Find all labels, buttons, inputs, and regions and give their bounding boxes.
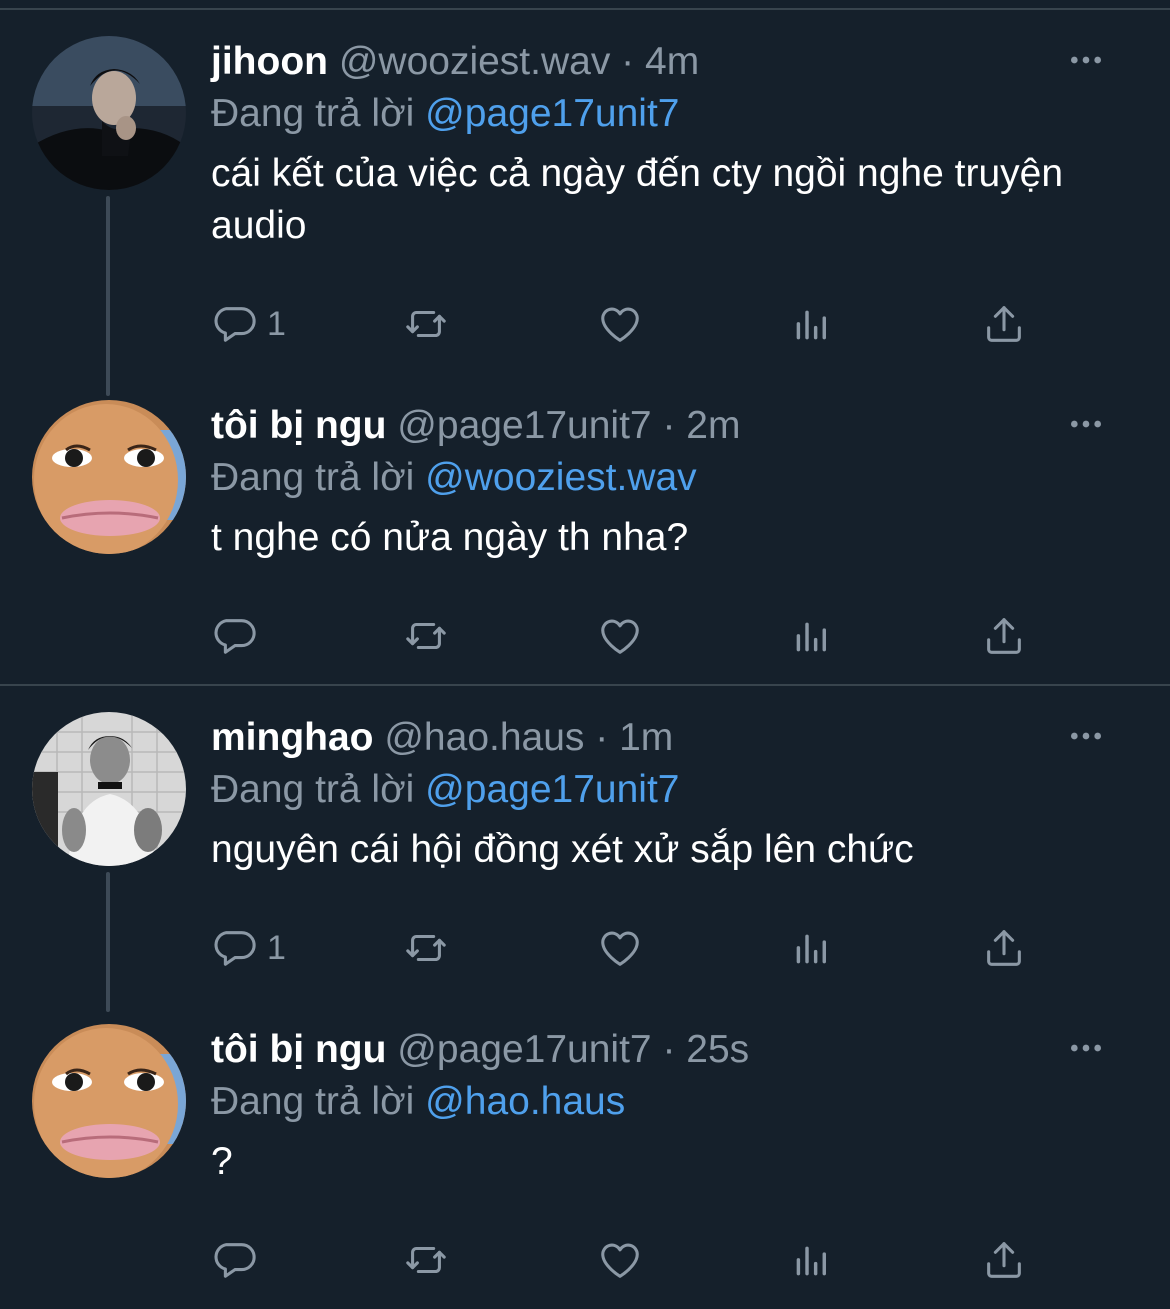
views-icon xyxy=(789,1237,835,1283)
mention-link[interactable]: @page17unit7 xyxy=(425,768,679,811)
reply-icon xyxy=(211,1237,257,1283)
share-icon xyxy=(981,1237,1027,1283)
share-button[interactable] xyxy=(981,1234,1027,1286)
views-button[interactable] xyxy=(789,610,835,662)
tweet-text: nguyên cái hội đồng xét xử sắp lên chức xyxy=(211,828,914,871)
reply-button[interactable] xyxy=(211,1234,267,1286)
top-divider xyxy=(0,8,1170,10)
reply-icon xyxy=(211,925,257,971)
separator: · xyxy=(662,1028,676,1071)
replying-label: Đang trả lời xyxy=(211,1080,415,1123)
retweet-icon xyxy=(403,1237,449,1283)
thread-connector-line xyxy=(106,872,110,1012)
tweet-header: minghao @hao.haus · 1m xyxy=(211,712,673,764)
timestamp[interactable]: 1m xyxy=(619,716,673,759)
retweet-button[interactable] xyxy=(403,1234,449,1286)
replying-label: Đang trả lời xyxy=(211,92,415,135)
display-name[interactable]: tôi bị ngu xyxy=(211,1028,386,1071)
mention-link[interactable]: @page17unit7 xyxy=(425,92,679,135)
reply-icon xyxy=(211,613,257,659)
like-button[interactable] xyxy=(597,1234,643,1286)
replying-to: Đang trả lời @page17unit7 xyxy=(211,764,679,816)
like-button[interactable] xyxy=(597,610,643,662)
user-handle[interactable]: @page17unit7 xyxy=(397,1028,651,1071)
retweet-icon xyxy=(403,613,449,659)
user-handle[interactable]: @wooziest.wav xyxy=(339,40,611,83)
display-name[interactable]: minghao xyxy=(211,716,374,759)
reply-count: 1 xyxy=(267,304,286,343)
more-icon[interactable] xyxy=(1066,40,1106,80)
like-button[interactable] xyxy=(597,922,643,974)
tweet-actions: 1 xyxy=(211,298,1041,350)
more-icon[interactable] xyxy=(1066,1028,1106,1068)
display-name[interactable]: jihoon xyxy=(211,40,328,83)
tweet-header: tôi bị ngu @page17unit7 · 25s xyxy=(211,1024,749,1076)
views-icon xyxy=(789,613,835,659)
avatar[interactable] xyxy=(32,400,186,554)
timestamp[interactable]: 2m xyxy=(686,404,740,447)
retweet-button[interactable] xyxy=(403,298,449,350)
thread-connector-line xyxy=(106,196,110,396)
separator: · xyxy=(621,40,635,83)
replying-to: Đang trả lời @wooziest.wav xyxy=(211,452,697,504)
share-icon xyxy=(981,925,1027,971)
tweet-header: jihoon @wooziest.wav · 4m xyxy=(211,36,699,88)
reply-icon xyxy=(211,301,257,347)
views-button[interactable] xyxy=(789,1234,835,1286)
views-icon xyxy=(789,925,835,971)
retweet-button[interactable] xyxy=(403,610,449,662)
tweet-actions: 1 xyxy=(211,922,1041,974)
more-icon[interactable] xyxy=(1066,716,1106,756)
user-handle[interactable]: @hao.haus xyxy=(384,716,584,759)
share-button[interactable] xyxy=(981,922,1027,974)
tweet-header: tôi bị ngu @page17unit7 · 2m xyxy=(211,400,740,452)
share-icon xyxy=(981,613,1027,659)
share-button[interactable] xyxy=(981,298,1027,350)
reply-button[interactable]: 1 xyxy=(211,922,286,974)
replying-label: Đang trả lời xyxy=(211,456,415,499)
share-icon xyxy=(981,301,1027,347)
separator: · xyxy=(595,716,609,759)
reply-button[interactable] xyxy=(211,610,267,662)
reply-count: 1 xyxy=(267,928,286,967)
tweet-text: cái kết của việc cả ngày đến cty ngồi ng… xyxy=(211,152,1064,247)
views-button[interactable] xyxy=(789,922,835,974)
display-name[interactable]: tôi bị ngu xyxy=(211,404,386,447)
views-icon xyxy=(789,301,835,347)
like-icon xyxy=(597,613,643,659)
like-icon xyxy=(597,301,643,347)
share-button[interactable] xyxy=(981,610,1027,662)
conversation-divider xyxy=(0,684,1170,686)
like-button[interactable] xyxy=(597,298,643,350)
retweet-button[interactable] xyxy=(403,922,449,974)
more-icon[interactable] xyxy=(1066,404,1106,444)
mention-link[interactable]: @hao.haus xyxy=(425,1080,625,1123)
like-icon xyxy=(597,925,643,971)
retweet-icon xyxy=(403,301,449,347)
replying-to: Đang trả lời @hao.haus xyxy=(211,1076,625,1128)
views-button[interactable] xyxy=(789,298,835,350)
separator: · xyxy=(662,404,676,447)
tweet-actions xyxy=(211,610,1041,662)
tweet-text: ? xyxy=(211,1140,233,1183)
timestamp[interactable]: 25s xyxy=(686,1028,749,1071)
retweet-icon xyxy=(403,925,449,971)
tweet-text: t nghe có nửa ngày th nha? xyxy=(211,516,689,559)
tweet-actions xyxy=(211,1234,1041,1286)
reply-button[interactable]: 1 xyxy=(211,298,286,350)
user-handle[interactable]: @page17unit7 xyxy=(397,404,651,447)
timestamp[interactable]: 4m xyxy=(645,40,699,83)
mention-link[interactable]: @wooziest.wav xyxy=(425,456,697,499)
avatar[interactable] xyxy=(32,36,186,190)
replying-label: Đang trả lời xyxy=(211,768,415,811)
avatar[interactable] xyxy=(32,712,186,866)
avatar[interactable] xyxy=(32,1024,186,1178)
like-icon xyxy=(597,1237,643,1283)
replying-to: Đang trả lời @page17unit7 xyxy=(211,88,679,140)
